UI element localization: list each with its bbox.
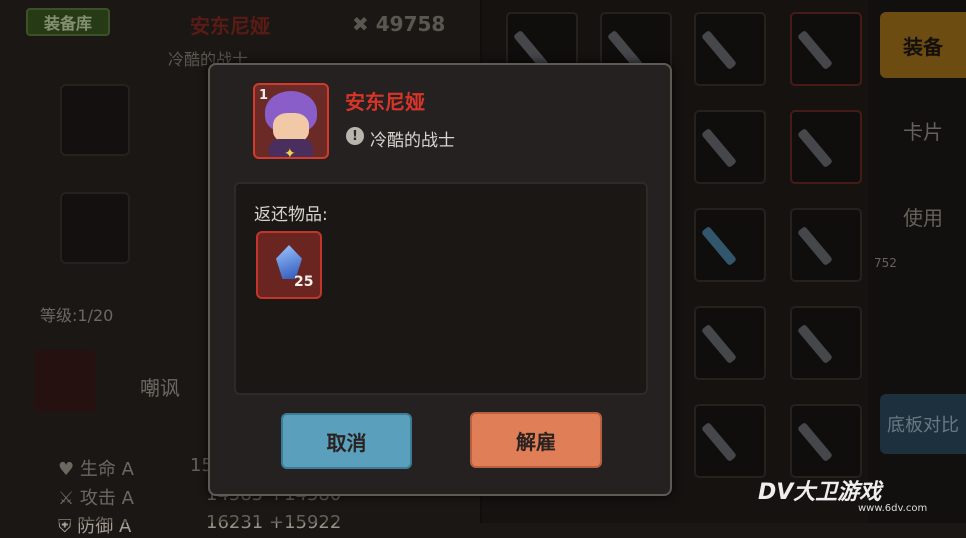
exclamation-icon: ! bbox=[346, 127, 364, 145]
watermark-url: www.6dv.com bbox=[858, 503, 928, 514]
star-icon: ✦ bbox=[284, 146, 296, 162]
item-count: 25 bbox=[294, 274, 314, 290]
watermark-logo: DV大卫游戏 bbox=[758, 480, 882, 505]
dismiss-button[interactable]: 解雇 bbox=[470, 412, 602, 468]
cancel-button[interactable]: 取消 bbox=[281, 413, 412, 469]
hero-name: 安东尼娅 bbox=[345, 90, 425, 114]
hero-trait: 冷酷的战士 bbox=[370, 131, 455, 151]
returns-title: 返还物品: bbox=[254, 205, 328, 225]
hero-level: 1 bbox=[259, 88, 269, 103]
